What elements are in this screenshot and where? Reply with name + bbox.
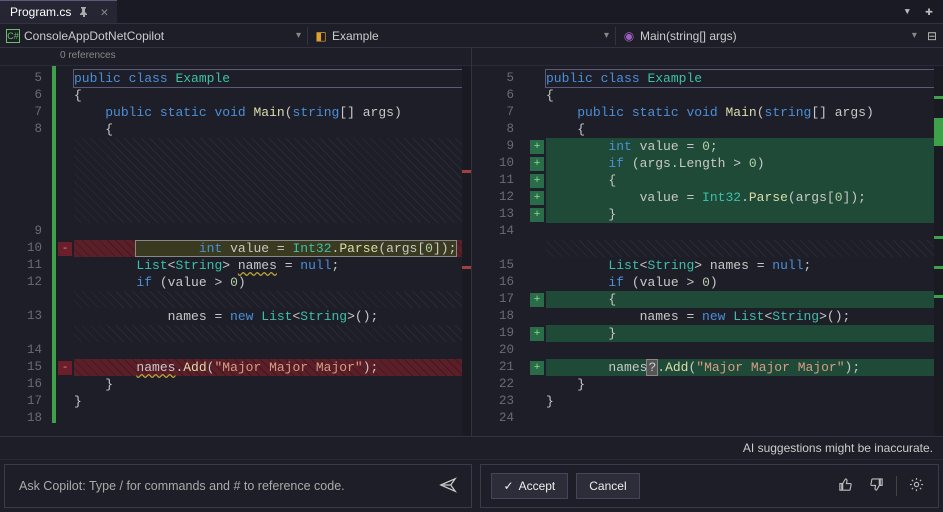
copilot-placeholder: Ask Copilot: Type / for commands and # t… xyxy=(19,479,431,493)
code-area[interactable]: public class Example{ public static void… xyxy=(74,66,471,436)
pin-icon[interactable] xyxy=(77,5,91,19)
thumbs-down-icon[interactable] xyxy=(865,473,888,499)
diff-editor: 0 references 56789101112131415161718 -- … xyxy=(0,48,943,436)
breadcrumb-method[interactable]: ◉ Main(string[] args) ▾ xyxy=(616,29,923,43)
class-icon: ◧ xyxy=(314,29,328,43)
codelens-references[interactable]: 0 references xyxy=(0,50,116,61)
breadcrumb: C# ConsoleAppDotNetCopilot ▾ ◧ Example ▾… xyxy=(0,24,943,48)
ai-warning: AI suggestions might be inaccurate. xyxy=(0,437,943,460)
right-pane: 56789101112131415161718192021222324 ++++… xyxy=(471,48,943,436)
check-icon: ✓ xyxy=(504,479,514,493)
code-area[interactable]: public class Example{ public static void… xyxy=(546,66,943,436)
csharp-project-icon: C# xyxy=(6,29,20,43)
close-tab-icon[interactable]: ✕ xyxy=(97,5,111,19)
cancel-button[interactable]: Cancel xyxy=(576,473,639,499)
diff-marks: ++++++++ xyxy=(528,66,546,436)
line-gutter: 56789101112131415161718192021222324 xyxy=(472,66,524,436)
thumbs-up-icon[interactable] xyxy=(834,473,857,499)
gear-icon[interactable] xyxy=(905,473,928,499)
chevron-down-icon: ▾ xyxy=(604,30,609,41)
file-tab[interactable]: Program.cs ✕ xyxy=(0,0,117,23)
chevron-down-icon: ▾ xyxy=(912,30,917,41)
copilot-panel: AI suggestions might be inaccurate. Ask … xyxy=(0,436,943,512)
split-editor-icon[interactable]: ⊟ xyxy=(923,25,943,47)
copilot-input[interactable]: Ask Copilot: Type / for commands and # t… xyxy=(4,464,472,508)
method-icon: ◉ xyxy=(622,29,636,43)
overview-ruler[interactable] xyxy=(462,66,471,436)
accept-button[interactable]: ✓ Accept xyxy=(491,473,569,499)
diff-marks: -- xyxy=(56,66,74,436)
chevron-down-icon: ▾ xyxy=(296,30,301,41)
tab-filename: Program.cs xyxy=(10,5,71,19)
overview-ruler[interactable] xyxy=(934,66,943,436)
breadcrumb-class[interactable]: ◧ Example ▾ xyxy=(308,29,615,43)
line-gutter: 56789101112131415161718 xyxy=(0,66,52,436)
breadcrumb-project[interactable]: C# ConsoleAppDotNetCopilot ▾ xyxy=(0,29,307,43)
left-pane: 0 references 56789101112131415161718 -- … xyxy=(0,48,471,436)
window-dropdown-icon[interactable]: ▾ xyxy=(899,0,915,23)
tab-strip: Program.cs ✕ ▾ ✚ xyxy=(0,0,943,24)
send-icon[interactable] xyxy=(439,476,457,497)
window-add-icon[interactable]: ✚ xyxy=(921,0,937,23)
